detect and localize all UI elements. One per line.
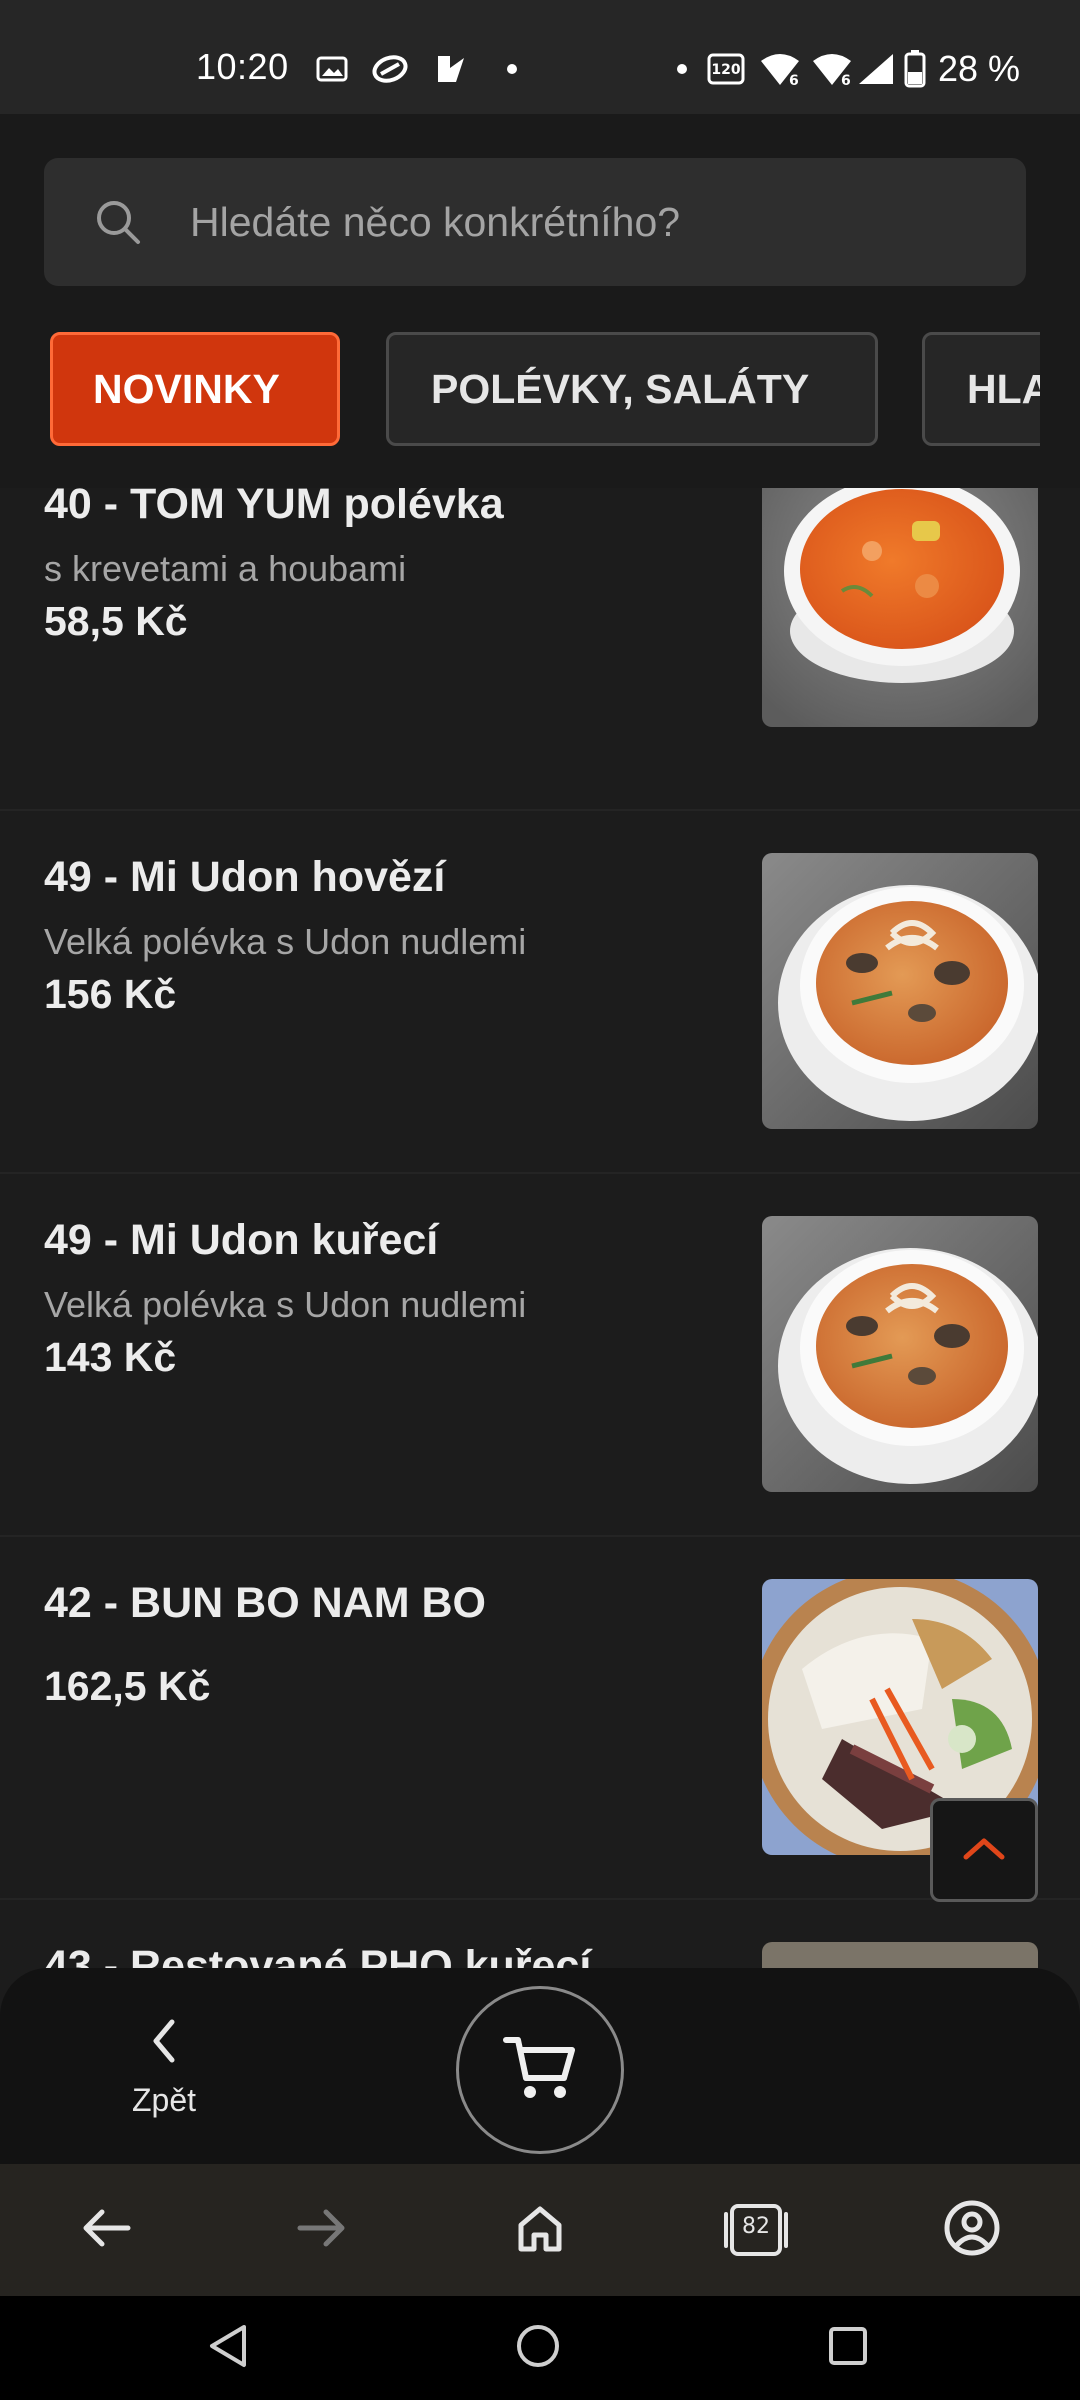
back-button[interactable]: Zpět [112, 2018, 216, 2128]
triangle-back-icon [206, 2323, 250, 2374]
circle-home-icon [515, 2323, 561, 2374]
svg-text:6: 6 [789, 73, 799, 87]
browser-profile-button[interactable] [936, 2194, 1008, 2266]
status-bar: 10:20 120 6 6 28 % [0, 0, 1080, 114]
product-description: Velká polévka s Udon nudlemi [44, 1284, 527, 1325]
wifi-6-icon: 6 [810, 52, 854, 87]
account-icon [943, 2199, 1001, 2262]
svg-text:6: 6 [841, 73, 851, 87]
scroll-to-top-button[interactable] [930, 1798, 1038, 1902]
signal-icon [856, 52, 896, 86]
tab-label: POLÉVKY, SALÁTY [431, 365, 810, 412]
product-price: 143 Kč [44, 1334, 177, 1380]
back-label: Zpět [131, 2082, 197, 2118]
status-time: 10:20 [196, 46, 289, 87]
square-recents-icon [827, 2325, 869, 2372]
product-name: 49 - Mi Udon hovězí [44, 853, 446, 901]
product-description: s krevetami a houbami [44, 548, 407, 589]
product-price: 58,5 Kč [44, 598, 188, 644]
product-image[interactable] [762, 1216, 1038, 1492]
tabs-count: 82 [742, 2214, 770, 2239]
cart-button[interactable] [456, 1986, 624, 2154]
tab-polevky-salaty[interactable]: POLÉVKY, SALÁTY [386, 332, 878, 446]
chevron-left-icon [148, 2018, 180, 2069]
wifi-6-icon: 6 [758, 52, 802, 87]
tab-novinky[interactable]: NOVINKY [50, 332, 340, 446]
product-name: 43 - Restované PHO kuřecí [44, 1942, 592, 1968]
product-description: Velká polévka s Udon nudlemi [44, 921, 527, 962]
app-icon-2 [432, 52, 470, 86]
hd-refresh-icon: 120 [704, 52, 748, 86]
product-name: 42 - BUN BO NAM BO [44, 1579, 486, 1627]
battery-percent: 28 % [938, 48, 1021, 89]
product-item[interactable]: 49 - Mi Udon kuřecí Velká polévka s Udon… [0, 1174, 1080, 1537]
tab-label: HLA [967, 365, 1040, 412]
search-bar[interactable] [44, 158, 1026, 286]
product-price: 156 Kč [44, 971, 177, 1017]
arrow-right-icon [296, 2206, 348, 2255]
dot-icon [672, 52, 692, 86]
product-item[interactable]: 40 - TOM YUM polévka s krevetami a houba… [0, 488, 1080, 811]
app-icon [370, 52, 410, 86]
tabs-icon: 82 [722, 2202, 790, 2258]
product-item[interactable]: 49 - Mi Udon hovězí Velká polévka s Udon… [0, 811, 1080, 1174]
tab-hla[interactable]: HLA [922, 332, 1040, 446]
product-image[interactable] [762, 488, 1038, 727]
system-recents-button[interactable] [818, 2318, 878, 2378]
product-price: 162,5 Kč [44, 1663, 211, 1709]
browser-forward-button[interactable] [286, 2194, 358, 2266]
browser-home-button[interactable] [504, 2194, 576, 2266]
bottom-action-bar: Zpět [0, 1968, 1080, 2164]
chevron-up-icon [962, 1835, 1006, 1866]
arrow-left-icon [80, 2206, 132, 2255]
home-icon [515, 2203, 565, 2258]
browser-back-button[interactable] [70, 2194, 142, 2266]
category-tabs: NOVINKY POLÉVKY, SALÁTY HLA [0, 332, 1040, 462]
dot-icon [500, 52, 524, 86]
system-navigation-bar [0, 2296, 1080, 2400]
product-name: 49 - Mi Udon kuřecí [44, 1216, 439, 1264]
cart-icon [502, 2032, 578, 2109]
battery-icon [902, 50, 928, 88]
browser-tabs-button[interactable]: 82 [720, 2194, 792, 2266]
svg-text:120: 120 [711, 62, 740, 78]
product-list: 40 - TOM YUM polévka s krevetami a houba… [0, 488, 1080, 1968]
system-back-button[interactable] [198, 2318, 258, 2378]
product-name: 40 - TOM YUM polévka [44, 488, 504, 528]
product-image[interactable] [762, 853, 1038, 1129]
browser-toolbar: 82 [0, 2164, 1080, 2296]
product-item[interactable]: 43 - Restované PHO kuřecí [0, 1900, 1080, 1968]
header: NOVINKY POLÉVKY, SALÁTY HLA [0, 114, 1080, 488]
product-image[interactable] [762, 1942, 1038, 1968]
tab-label: NOVINKY [93, 365, 280, 412]
search-icon [94, 198, 142, 251]
search-input[interactable] [190, 158, 990, 286]
image-icon [314, 52, 350, 86]
product-item[interactable]: 42 - BUN BO NAM BO 162,5 Kč [0, 1537, 1080, 1900]
system-home-button[interactable] [508, 2318, 568, 2378]
